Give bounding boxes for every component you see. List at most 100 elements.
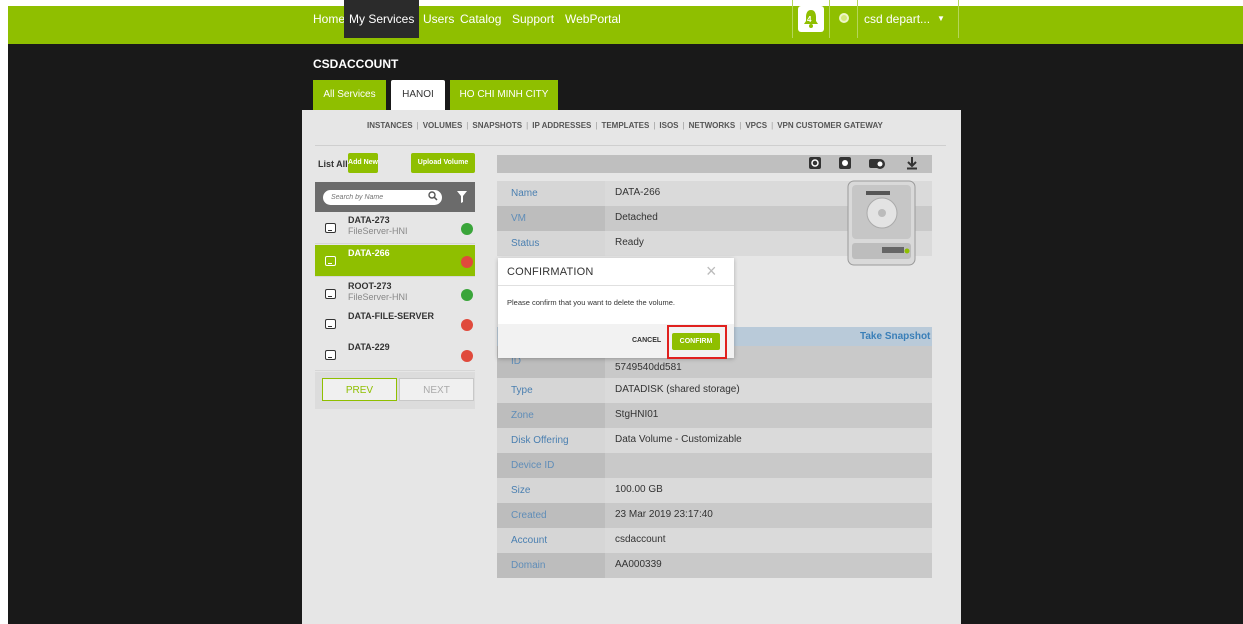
volume-name: DATA-273 xyxy=(348,215,390,225)
detail-toolbar xyxy=(497,155,932,173)
nav-catalog[interactable]: Catalog xyxy=(460,0,501,38)
row-value: csdaccount xyxy=(605,528,932,553)
account-menu[interactable]: csd depart... xyxy=(864,0,930,38)
volume-vm: FileServer-HNI xyxy=(348,292,408,302)
cancel-button[interactable]: CANCEL xyxy=(632,337,661,344)
volume-name: DATA-FILE-SERVER xyxy=(348,311,435,321)
nav-my-services[interactable]: My Services xyxy=(344,0,420,38)
list-item[interactable]: ROOT-273 FileServer-HNI xyxy=(315,278,475,310)
detail-row-account: Account csdaccount xyxy=(497,528,932,553)
divider xyxy=(829,0,830,38)
tab-hanoi[interactable]: HANOI xyxy=(391,80,445,111)
online-status-icon xyxy=(839,13,849,23)
volume-icon xyxy=(325,256,336,266)
divider xyxy=(498,285,734,286)
subnav-volumes[interactable]: VOLUMES xyxy=(423,121,463,130)
volume-vm: FileServer-HNI xyxy=(348,226,408,236)
recurring-snapshot-icon[interactable] xyxy=(868,156,886,170)
volume-icon xyxy=(325,350,336,360)
row-label: Type xyxy=(497,378,605,403)
subnav-networks[interactable]: NETWORKS xyxy=(689,121,736,130)
tab-all-services[interactable]: All Services xyxy=(313,80,386,110)
detail-row-disk-offering: Disk Offering Data Volume - Customizable xyxy=(497,428,932,453)
row-value: 100.00 GB xyxy=(605,478,932,503)
next-button[interactable]: NEXT xyxy=(399,378,474,401)
subnav-templates[interactable]: TEMPLATES xyxy=(601,121,649,130)
add-new-button[interactable]: Add New xyxy=(348,153,378,173)
chevron-down-icon[interactable]: ▼ xyxy=(937,0,945,38)
status-icon xyxy=(461,350,473,362)
filter-icon[interactable] xyxy=(457,191,467,203)
row-value: AA000339 xyxy=(605,553,932,578)
close-icon[interactable]: × xyxy=(706,262,717,280)
take-snapshot-link[interactable]: Take Snapshot xyxy=(860,331,930,342)
row-label: Disk Offering xyxy=(497,428,605,453)
subnav-snapshots[interactable]: SNAPSHOTS xyxy=(472,121,522,130)
status-icon xyxy=(461,289,473,301)
volume-name: ROOT-273 xyxy=(348,281,392,291)
row-value: StgHNI01 xyxy=(605,403,932,428)
subnav-vpcs[interactable]: VPCS xyxy=(745,121,767,130)
notification-count: 4 xyxy=(807,15,812,24)
list-item[interactable]: DATA-FILE-SERVER xyxy=(315,308,475,340)
row-label: Device ID xyxy=(497,453,605,478)
row-value: 23 Mar 2019 23:17:40 xyxy=(605,503,932,528)
row-label: Size xyxy=(497,478,605,503)
row-label: VM xyxy=(497,206,605,231)
status-icon xyxy=(461,256,473,268)
status-icon xyxy=(461,223,473,235)
account-title: CSDACCOUNT xyxy=(313,57,399,71)
divider xyxy=(958,0,959,38)
upload-volume-button[interactable]: Upload Volume xyxy=(411,153,475,173)
settings-icon[interactable] xyxy=(808,156,822,170)
download-icon[interactable] xyxy=(905,156,919,170)
notification-button[interactable]: 4 xyxy=(798,6,824,32)
row-label: Created xyxy=(497,503,605,528)
row-value: Data Volume - Customizable xyxy=(605,428,932,453)
volume-icon xyxy=(325,289,336,299)
detail-row-device-id: Device ID xyxy=(497,453,932,478)
volume-icon xyxy=(325,319,336,329)
row-value: DATADISK (shared storage) xyxy=(605,378,932,403)
detail-row-created: Created 23 Mar 2019 23:17:40 xyxy=(497,503,932,528)
nav-users[interactable]: Users xyxy=(423,0,454,38)
dialog-message: Please confirm that you want to delete t… xyxy=(507,298,676,307)
resource-subnav: INSTANCES | VOLUMES | SNAPSHOTS | IP ADDRESSES… xyxy=(367,121,883,130)
row-value xyxy=(605,453,932,478)
detail-row-zone: Zone StgHNI01 xyxy=(497,403,932,428)
detail-row-type: Type DATADISK (shared storage) xyxy=(497,378,932,403)
search-icon[interactable] xyxy=(428,191,438,201)
nav-home[interactable]: Home xyxy=(313,0,345,38)
volume-name: DATA-266 xyxy=(348,248,390,258)
nav-webportal[interactable]: WebPortal xyxy=(565,0,621,38)
volume-icon xyxy=(325,223,336,233)
row-label: Zone xyxy=(497,403,605,428)
row-label: Domain xyxy=(497,553,605,578)
prev-button[interactable]: PREV xyxy=(322,378,397,401)
divider xyxy=(857,0,858,38)
top-navigation-bar xyxy=(8,6,1243,44)
divider xyxy=(315,145,946,146)
list-item[interactable]: DATA-273 FileServer-HNI xyxy=(315,212,475,244)
subnav-instances[interactable]: INSTANCES xyxy=(367,121,413,130)
divider xyxy=(792,0,793,38)
highlight-box xyxy=(667,325,727,359)
nav-support[interactable]: Support xyxy=(512,0,554,38)
search-input[interactable] xyxy=(323,190,442,205)
confirmation-dialog: CONFIRMATION × Please confirm that you w… xyxy=(498,258,734,359)
detail-row-size: Size 100.00 GB xyxy=(497,478,932,503)
volume-name: DATA-229 xyxy=(348,342,390,352)
list-all-link[interactable]: List All xyxy=(318,159,348,169)
list-item[interactable]: DATA-229 xyxy=(315,339,475,371)
tab-ho-chi-minh-city[interactable]: HO CHI MINH CITY xyxy=(450,80,558,110)
row-label: Name xyxy=(497,181,605,206)
snapshot-icon[interactable] xyxy=(838,156,852,170)
hard-disk-icon xyxy=(847,180,916,266)
list-item[interactable]: DATA-266 xyxy=(315,245,475,277)
detail-row-domain: Domain AA000339 xyxy=(497,553,932,578)
subnav-ip-addresses[interactable]: IP ADDRESSES xyxy=(532,121,591,130)
status-icon xyxy=(461,319,473,331)
subnav-isos[interactable]: ISOS xyxy=(659,121,678,130)
row-label: Account xyxy=(497,528,605,553)
subnav-vpn-customer-gateway[interactable]: VPN CUSTOMER GATEWAY xyxy=(777,121,883,130)
